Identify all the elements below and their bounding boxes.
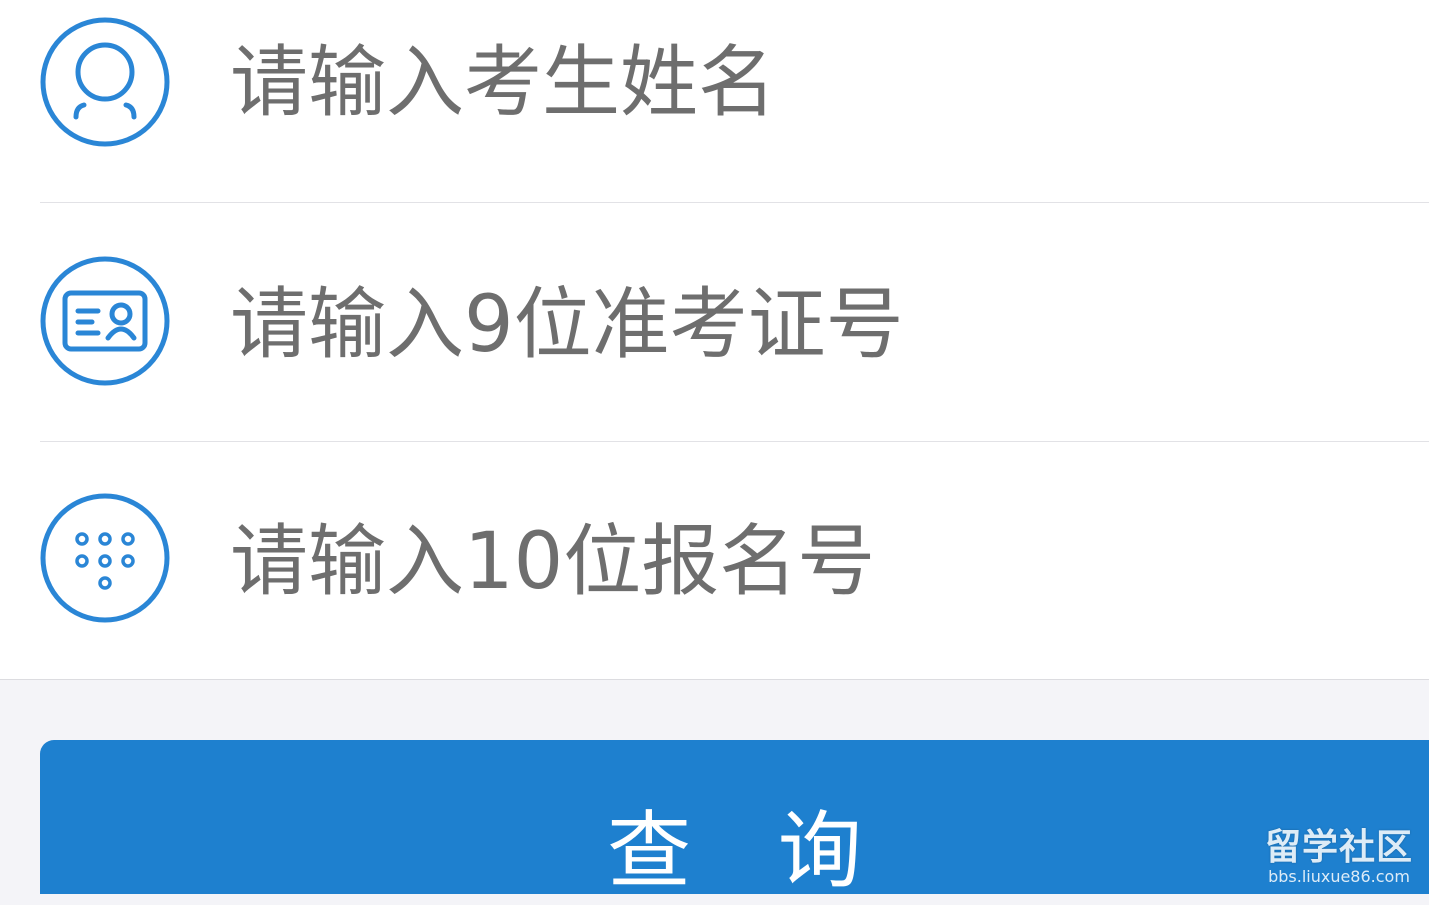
candidate-name-input[interactable] [230, 28, 1380, 138]
keypad-icon [40, 493, 170, 623]
id-card-icon [40, 256, 170, 386]
name-field-row [40, 0, 1429, 203]
query-button-label: 查 询 [607, 802, 892, 900]
admission-number-field-row [40, 203, 1429, 442]
admission-number-input[interactable] [230, 270, 1380, 380]
registration-number-input[interactable] [230, 507, 1380, 617]
user-icon [40, 17, 170, 147]
registration-number-field-row [40, 442, 1429, 679]
watermark-title: 留学社区 [1264, 827, 1413, 868]
query-button[interactable]: 查 询 [40, 740, 1429, 900]
watermark-url: bbs.liuxue86.com [1268, 867, 1410, 886]
watermark-logo: 留学社区 bbs.liuxue86.com [1259, 828, 1419, 886]
query-form [0, 0, 1429, 680]
